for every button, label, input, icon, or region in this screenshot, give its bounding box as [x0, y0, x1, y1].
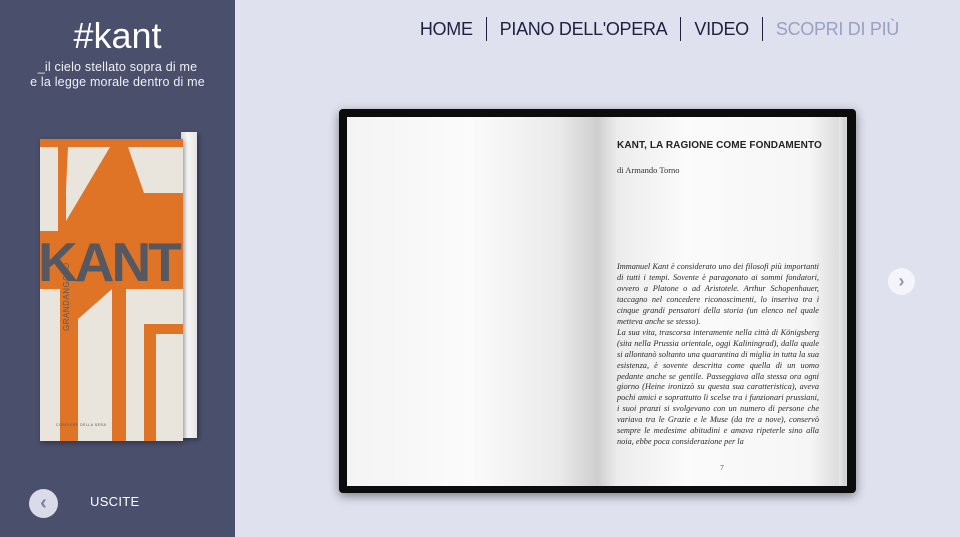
page-body-text: Immanuel Kant è considerato uno dei filo…	[617, 262, 819, 448]
nav-home[interactable]: HOME	[420, 17, 486, 41]
top-nav: HOME PIANO DELL'OPERA VIDEO SCOPRI DI PI…	[420, 17, 912, 41]
tagline-line-2: e la legge morale dentro di me	[30, 75, 205, 89]
paragraph-1: Immanuel Kant è considerato uno dei filo…	[617, 262, 819, 326]
tagline: _il cielo stellato sopra di me e la legg…	[0, 60, 235, 90]
right-page[interactable]: KANT, LA RAGIONE COME FONDAMENTO di Arma…	[597, 117, 847, 486]
nav-piano-dell-opera[interactable]: PIANO DELL'OPERA	[485, 17, 681, 41]
cover-publisher: CORRIERE DELLA SERA	[56, 423, 107, 427]
book-viewer: KANT, LA RAGIONE COME FONDAMENTO di Arma…	[339, 109, 856, 493]
chevron-right-icon: ›	[898, 271, 905, 291]
cover-title: KANT	[40, 231, 182, 293]
page-edge	[839, 117, 845, 486]
sidebar: #kant _il cielo stellato sopra di me e l…	[0, 0, 235, 537]
paragraph-2: La sua vita, trascorsa interamente nella…	[617, 327, 819, 447]
nav-video[interactable]: VIDEO	[680, 17, 762, 41]
book-cover[interactable]: KANT GRANDANGOLO CORRIERE DELLA SERA	[40, 129, 197, 441]
cover-front: KANT GRANDANGOLO CORRIERE DELLA SERA	[40, 139, 183, 441]
cover-series: GRANDANGOLO	[62, 262, 71, 331]
previous-button[interactable]: ‹	[29, 489, 58, 518]
left-page[interactable]	[347, 117, 597, 486]
author-line: di Armando Torno	[617, 165, 680, 175]
chapter-title: KANT, LA RAGIONE COME FONDAMENTO	[617, 140, 822, 151]
brand-title[interactable]: #kant	[0, 16, 235, 56]
book-page-edges	[181, 132, 197, 438]
next-page-button[interactable]: ›	[888, 268, 915, 295]
page-number: 7	[720, 464, 724, 472]
chevron-left-icon: ‹	[40, 492, 47, 514]
nav-scopri-di-piu[interactable]: SCOPRI DI PIÙ	[761, 17, 912, 41]
uscite-link[interactable]: USCITE	[90, 494, 139, 509]
tagline-line-1: _il cielo stellato sopra di me	[37, 60, 198, 74]
